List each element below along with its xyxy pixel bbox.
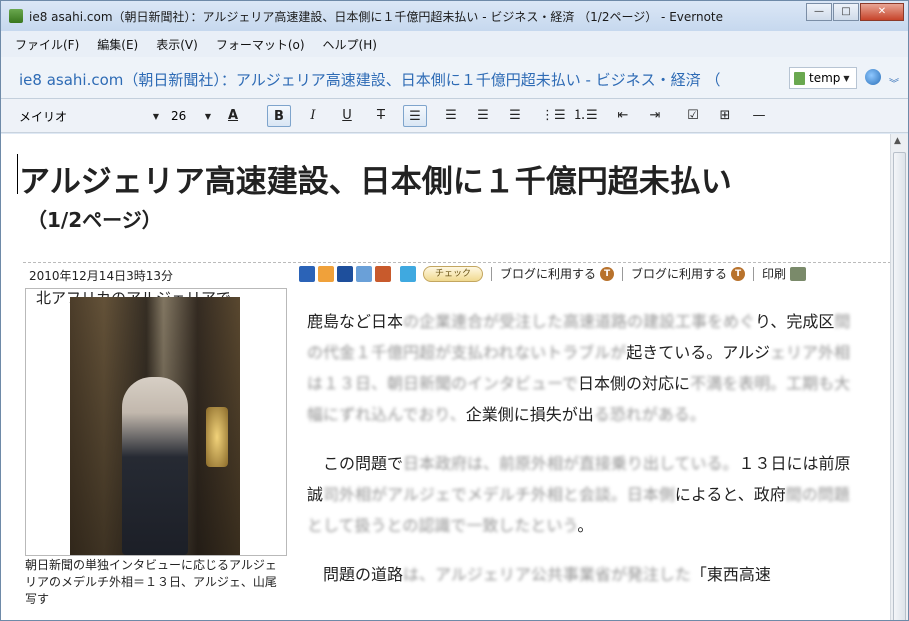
menu-bar: ファイル(F) 編集(E) 表示(V) フォーマット(o) ヘルプ(H)	[1, 31, 908, 57]
close-button[interactable]: ✕	[860, 3, 904, 21]
title-bar: ie8 asahi.com（朝日新聞社）：アルジェリア高速建設、日本側に１千億円…	[1, 1, 908, 31]
scroll-up-icon[interactable]: ▲	[894, 136, 901, 146]
menu-format[interactable]: フォーマット(o)	[216, 36, 305, 53]
bullet-list-icon[interactable]: ⋮☰	[541, 105, 566, 127]
vertical-scrollbar[interactable]: ▲	[890, 134, 908, 620]
printer-icon[interactable]	[790, 266, 807, 281]
notebook-icon	[794, 71, 805, 85]
notebook-name: temp	[809, 71, 841, 85]
blurred-text: 司外相がアルジェでメデルチ外相と会談。日本側	[323, 485, 675, 504]
text-caret	[17, 154, 18, 194]
share-tools: チェック ブログに利用する T ブログに利用する T 印刷	[299, 265, 807, 282]
article-meta-bar: 2010年12月14日3時13分 チェック ブログに利用する T ブログに利用す…	[23, 262, 890, 284]
text-run: 鹿島など日本	[307, 312, 404, 331]
text-run: によると、政府	[674, 485, 786, 504]
text-run: 。	[577, 516, 594, 535]
evernote-app-icon	[9, 9, 23, 23]
checkbox-icon[interactable]: ☑	[681, 105, 705, 127]
blog-link-1[interactable]: ブログに利用する	[500, 265, 596, 282]
blurred-text: の企業連合が受注した高速道路の建設工事をめぐ	[403, 312, 756, 331]
article-paragraph: 問題の道路は、アルジェリア公共事業省が発注した「東西高速	[307, 559, 861, 590]
minimize-button[interactable]: —	[806, 3, 832, 21]
article-paragraph: 鹿島など日本の企業連合が受注した高速道路の建設工事をめぐり、完成区間の代金１千億…	[307, 306, 861, 430]
text-run: この問題で	[323, 454, 404, 473]
print-link[interactable]: 印刷	[762, 265, 786, 282]
numbered-list-icon[interactable]: ⒈☰	[573, 105, 598, 127]
font-family-value: メイリオ	[19, 109, 68, 124]
align-left-icon[interactable]: ☰	[403, 105, 427, 127]
notebook-select[interactable]: temp ▼	[789, 67, 857, 89]
chevron-down-icon: ▼	[152, 111, 159, 121]
livedoor-clip-icon[interactable]	[318, 265, 334, 282]
divider	[753, 266, 755, 281]
page-indicator: （1/2ページ）	[27, 208, 162, 232]
note-header: ie8 asahi.com（朝日新聞社）：アルジェリア高速建設、日本側に１千億円…	[1, 57, 908, 99]
article-photo	[70, 297, 240, 555]
expand-chevron-icon[interactable]: ︾	[889, 75, 899, 90]
align-justify-icon[interactable]: ☰	[503, 105, 527, 127]
article-paragraph: この問題で日本政府は、前原外相が直接乗り出している。１３日には前原誠司外相がアル…	[307, 448, 861, 541]
italic-button[interactable]: I	[301, 105, 325, 127]
menu-view[interactable]: 表示(V)	[156, 36, 198, 53]
text-run: 起きている。アルジ	[626, 343, 771, 362]
indent-icon[interactable]: ⇥	[643, 105, 667, 127]
text-run: 日本側の対応に	[578, 374, 691, 393]
align-center-icon[interactable]: ☰	[439, 105, 463, 127]
maximize-button[interactable]: □	[833, 3, 859, 21]
hatena-bookmark-icon[interactable]	[299, 265, 315, 282]
evernote-window: ie8 asahi.com（朝日新聞社）：アルジェリア高速建設、日本側に１千億円…	[0, 0, 909, 621]
text-run: り、完成区	[755, 312, 835, 331]
article-headline: アルジェリア高速建設、日本側に１千億円超未払い	[19, 164, 732, 200]
photo-box: 北アフリカのアルジェリアで	[25, 288, 287, 556]
align-right-icon[interactable]: ☰	[471, 105, 495, 127]
buzzurl-icon[interactable]	[375, 265, 391, 282]
bold-button[interactable]: B	[267, 105, 291, 127]
check-button[interactable]: チェック	[423, 265, 483, 282]
blurred-text: 日本政府は、前原外相が直接乗り出している。	[403, 454, 739, 473]
menu-file[interactable]: ファイル(F)	[15, 36, 79, 53]
divider	[622, 266, 624, 281]
note-title-input[interactable]: ie8 asahi.com（朝日新聞社）：アルジェリア高速建設、日本側に１千億円…	[19, 69, 779, 90]
table-icon[interactable]: ⊞	[713, 105, 737, 127]
twitter-icon[interactable]	[400, 265, 416, 282]
text-run: 企業側に損失が出	[465, 405, 594, 424]
menu-help[interactable]: ヘルプ(H)	[323, 36, 377, 53]
font-size-select[interactable]: 26 ▼	[167, 106, 215, 126]
font-color-button[interactable]: A	[221, 105, 245, 127]
blurred-text: る恐れがある。	[593, 405, 706, 424]
photo-lamp	[206, 407, 228, 467]
font-family-select[interactable]: メイリオ ▼	[15, 106, 163, 126]
text-run: 問題の道路	[323, 565, 404, 584]
clip-icon[interactable]	[356, 265, 372, 282]
tumblr-icon[interactable]: T	[600, 266, 615, 281]
strikethrough-button[interactable]: T	[369, 105, 393, 127]
globe-icon[interactable]	[865, 69, 881, 85]
menu-edit[interactable]: 編集(E)	[97, 36, 138, 53]
article-body: 鹿島など日本の企業連合が受注した高速道路の建設工事をめぐり、完成区間の代金１千億…	[307, 306, 861, 608]
window-controls: — □ ✕	[805, 3, 904, 21]
window-title: ie8 asahi.com（朝日新聞社）：アルジェリア高速建設、日本側に１千億円…	[29, 9, 724, 24]
article-date: 2010年12月14日3時13分	[29, 269, 173, 283]
note-editor[interactable]: アルジェリア高速建設、日本側に１千億円超未払い （1/2ページ） 2010年12…	[1, 134, 890, 620]
chevron-down-icon: ▼	[204, 111, 211, 121]
outdent-icon[interactable]: ⇤	[611, 105, 635, 127]
photo-caption: 朝日新聞の単独インタビューに応じるアルジェリアのメデルチ外相＝１３日、アルジェ、…	[25, 558, 277, 606]
blurred-text: は、アルジェリア公共事業省が発注した	[403, 565, 691, 584]
chevron-down-icon: ▼	[843, 73, 850, 83]
text-run: 「東西高速	[690, 565, 771, 584]
delicious-icon[interactable]	[337, 265, 353, 282]
horizontal-rule-icon[interactable]: —	[747, 105, 771, 127]
divider	[491, 266, 492, 281]
underline-button[interactable]: U	[335, 105, 359, 127]
font-size-value: 26	[171, 109, 187, 123]
format-toolbar: メイリオ ▼ 26 ▼ A B I U T ☰ ☰ ☰ ☰ ⋮☰ ⒈☰ ⇤ ⇥ …	[1, 99, 908, 133]
tumblr-icon[interactable]: T	[731, 266, 746, 281]
blog-link-2[interactable]: ブログに利用する	[631, 265, 727, 282]
scrollbar-thumb[interactable]	[893, 152, 906, 620]
photo-person	[122, 377, 188, 555]
